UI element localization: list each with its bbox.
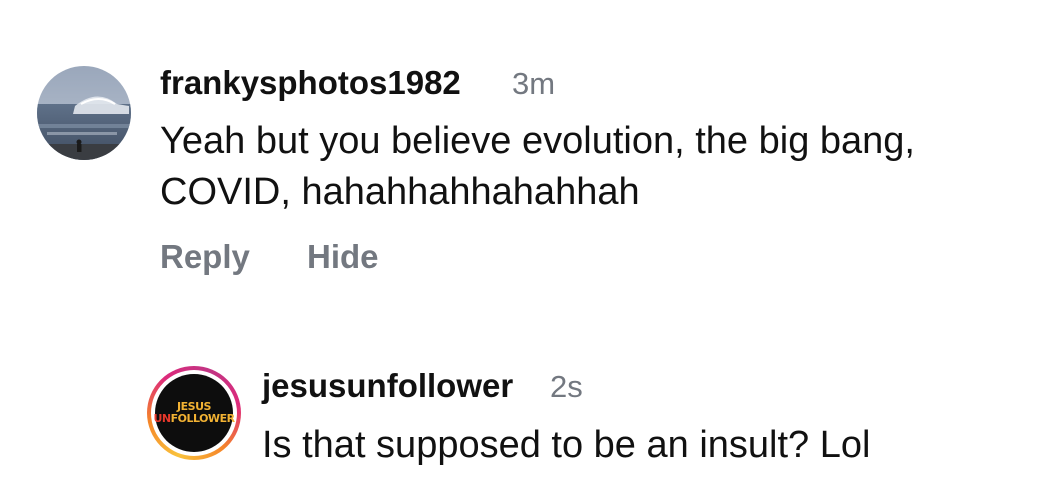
hide-button[interactable]: Hide — [307, 238, 379, 276]
comment-timestamp: 3m — [512, 66, 556, 101]
comment-username[interactable]: jesusunfollower — [262, 367, 513, 405]
comment-text: Is that supposed to be an insult? Lol — [262, 424, 871, 466]
avatar-franky-ocean-photo[interactable] — [37, 66, 131, 160]
logo-line-2: UNFOLLOWER — [153, 412, 235, 425]
comment-franky: frankysphotos1982 3m Yeah but you believ… — [0, 0, 1048, 300]
logo-follower: FOLLOWER — [170, 412, 235, 425]
comment-username[interactable]: frankysphotos1982 — [160, 64, 461, 102]
reply-button[interactable]: Reply — [160, 238, 250, 276]
avatar-jesusunfollower-logo: JESUS UNFOLLOWER — [153, 374, 235, 452]
avatar-story-ring[interactable]: JESUS UNFOLLOWER — [147, 366, 241, 460]
logo-un: UN — [153, 412, 171, 425]
comment-text: Yeah but you believe evolution, the big … — [160, 120, 915, 213]
comment-timestamp: 2s — [550, 369, 583, 404]
avatar-ring-gap: JESUS UNFOLLOWER — [151, 370, 237, 456]
comment-jesusunfollower: JESUS UNFOLLOWER jesusunfollower 2s Is t… — [0, 300, 1048, 489]
